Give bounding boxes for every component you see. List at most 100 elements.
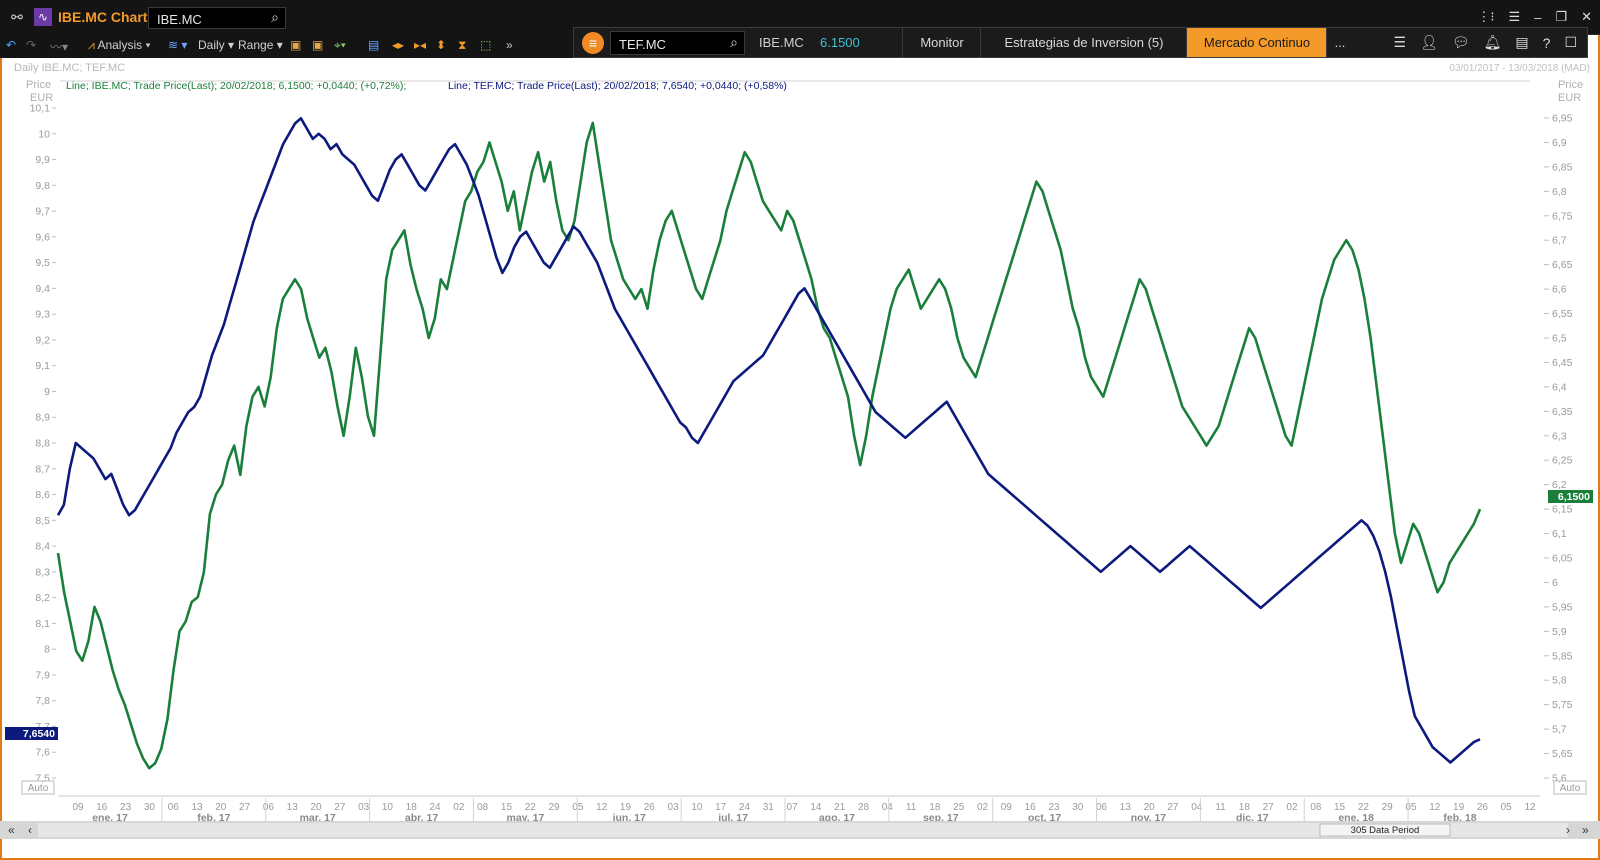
left-tick-label: 9,7 (35, 206, 50, 218)
app-logo-icon[interactable]: ≡ (582, 32, 604, 54)
tree-icon[interactable]: ⋮⁝ (1477, 9, 1494, 25)
left-tick-label: 8,7 (35, 463, 50, 475)
left-tick-label: 9,2 (35, 334, 50, 346)
close-icon[interactable]: ✕ (1581, 9, 1592, 25)
undo-icon[interactable]: ↶ (6, 38, 16, 52)
scroll-bar[interactable]: « ‹ 305 Data Period › » (0, 821, 1600, 839)
chat-icon[interactable]: 💬︎ (1452, 34, 1470, 51)
left-tick-label: 8,9 (35, 412, 50, 424)
right-price-tag: 6,1500 (1548, 490, 1593, 503)
chart-type-icon[interactable]: ▣ (290, 38, 301, 52)
right-tick-label: 6,35 (1552, 406, 1573, 418)
right-tick-label: 6,95 (1552, 113, 1573, 125)
restore-icon[interactable]: ❐ (1555, 9, 1567, 25)
right-tick-label: 6,4 (1552, 381, 1567, 393)
tab-more[interactable]: ... (1326, 28, 1353, 57)
template-icon[interactable]: ▤ (368, 38, 379, 52)
quote-ric: IBE.MC (759, 35, 804, 50)
auto-right-box[interactable]: Auto (1553, 780, 1587, 795)
bell-icon[interactable]: 🔔︎ (1484, 34, 1502, 51)
right-tick-label: 6 (1552, 577, 1558, 589)
maximize-icon[interactable]: ☐ (1564, 34, 1577, 51)
chart-date-range: 03/01/2017 - 13/03/2018 (MAD) (1449, 63, 1590, 74)
news-icon[interactable]: ▤ (1515, 34, 1528, 51)
analysis-label: Analysis (97, 38, 143, 52)
zoom-y-icon[interactable]: ⬍ (436, 38, 446, 52)
x-day-label: 12 (1524, 802, 1536, 813)
x-day-label: 30 (1072, 802, 1084, 813)
expand-toolbar-icon[interactable]: » (506, 38, 513, 52)
minimize-icon[interactable]: ‒ (1534, 10, 1541, 25)
scroll-start-icon[interactable]: « (8, 823, 15, 837)
range-menu[interactable]: Range ▾ (238, 38, 283, 52)
fit-icon[interactable]: ⧗ (458, 38, 466, 53)
quote-search-input[interactable] (611, 32, 726, 56)
link-icon[interactable]: ⚯ (8, 0, 26, 34)
x-day-label: 03 (668, 802, 680, 813)
right-axis: 6,95 6,9 6,85 6,8 6,75 6,7 6,65 6,6 6,55 6,5 6,45 6… (1544, 113, 1573, 785)
left-tick-label: 9,4 (35, 283, 50, 295)
x-day-label: 28 (858, 802, 870, 813)
scroll-left-icon[interactable]: ‹ (28, 823, 32, 837)
x-day-label: 27 (1167, 802, 1179, 813)
x-day-label: 02 (977, 802, 989, 813)
right-axis-title: Price (1558, 79, 1583, 91)
right-tick-label: 5,85 (1552, 650, 1573, 662)
x-day-label: 08 (477, 802, 489, 813)
interval-menu[interactable]: Daily ▾ (198, 38, 234, 52)
interval-label: Daily (198, 38, 225, 52)
help-icon[interactable]: ? (1543, 35, 1551, 51)
ric-search-box[interactable]: ⌕ (148, 7, 286, 30)
x-day-label: 06 (263, 802, 275, 813)
chart-title-chip[interactable]: ∿ IBE.MC Chart (34, 6, 147, 28)
select-icon[interactable]: ⬚ (480, 38, 491, 52)
x-day-label: 13 (1120, 802, 1132, 813)
crosshair-icon[interactable]: ⌖▾ (334, 38, 346, 53)
right-tick-label: 6,3 (1552, 430, 1567, 442)
x-day-label: 12 (596, 802, 608, 813)
right-tick-label: 6,45 (1552, 357, 1573, 369)
chart-header-title: Daily IBE.MC; TEF.MC (14, 62, 125, 74)
x-day-label: 27 (239, 802, 251, 813)
tab-estrategias[interactable]: Estrategias de Inversion (5) (980, 28, 1187, 57)
scroll-left-right-icon[interactable]: ◂▸ (392, 38, 404, 52)
right-tick-label: 6,6 (1552, 284, 1567, 296)
tab-mercado-continuo[interactable]: Mercado Continuo (1186, 28, 1327, 57)
legend-ibe[interactable]: Line; IBE.MC; Trade Price(Last); 20/02/2… (66, 80, 406, 92)
scroll-right-icon[interactable]: › (1566, 823, 1570, 837)
menu-icon[interactable]: ☰ (1394, 34, 1407, 51)
search-icon[interactable]: ⌕ (271, 9, 279, 26)
x-day-label: 07 (787, 802, 799, 813)
user-icon[interactable]: 👤︎ (1420, 34, 1438, 51)
right-tick-label: 6,05 (1552, 553, 1573, 565)
menu-icon[interactable]: ☰ (1509, 9, 1521, 25)
left-price-tag-text: 7,6540 (23, 728, 55, 740)
right-tick-label: 6,8 (1552, 186, 1567, 198)
x-day-label: 11 (906, 802, 917, 813)
left-tick-label: 10 (38, 128, 50, 140)
series-line-tef-mc (56, 117, 1481, 764)
legend-tef[interactable]: Line; TEF.MC; Trade Price(Last); 20/02/2… (448, 80, 787, 92)
analysis-menu[interactable]: ⩘ Analysis ▾ (88, 38, 151, 53)
left-tick-label: 8,1 (35, 618, 50, 630)
line-style-icon[interactable]: 〰▾ (50, 38, 68, 55)
zoom-x-icon[interactable]: ▸◂ (414, 38, 426, 52)
quote-search-box[interactable]: ⌕ (610, 31, 745, 56)
tab-monitor[interactable]: Monitor (902, 28, 981, 57)
monitor-panel: ≡ ⌕ IBE.MC 6.1500 Monitor Estrategias de… (573, 27, 1588, 58)
analysis-icon: ⩘ (88, 38, 95, 52)
panel-icons: ☰ 👤︎ 💬︎ 🔔︎ ▤ ? ☐ (1394, 28, 1578, 57)
auto-left-label: Auto (28, 783, 49, 794)
redo-icon[interactable]: ↷ (26, 38, 36, 52)
search-icon[interactable]: ⌕ (730, 34, 738, 51)
x-day-label: 13 (287, 802, 299, 813)
left-tick-label: 8,8 (35, 438, 50, 450)
scroll-end-icon[interactable]: » (1582, 823, 1589, 837)
right-tick-label: 6,15 (1552, 504, 1573, 516)
compare-icon[interactable]: ≋ ▾ (168, 38, 187, 52)
left-axis-title: Price (26, 79, 51, 91)
price-chart[interactable]: Daily IBE.MC; TEF.MC 03/01/2017 - 13/03/… (0, 58, 1600, 858)
x-day-label: 02 (1286, 802, 1298, 813)
overlay-icon[interactable]: ▣ (312, 38, 323, 52)
ric-input[interactable] (149, 8, 267, 30)
